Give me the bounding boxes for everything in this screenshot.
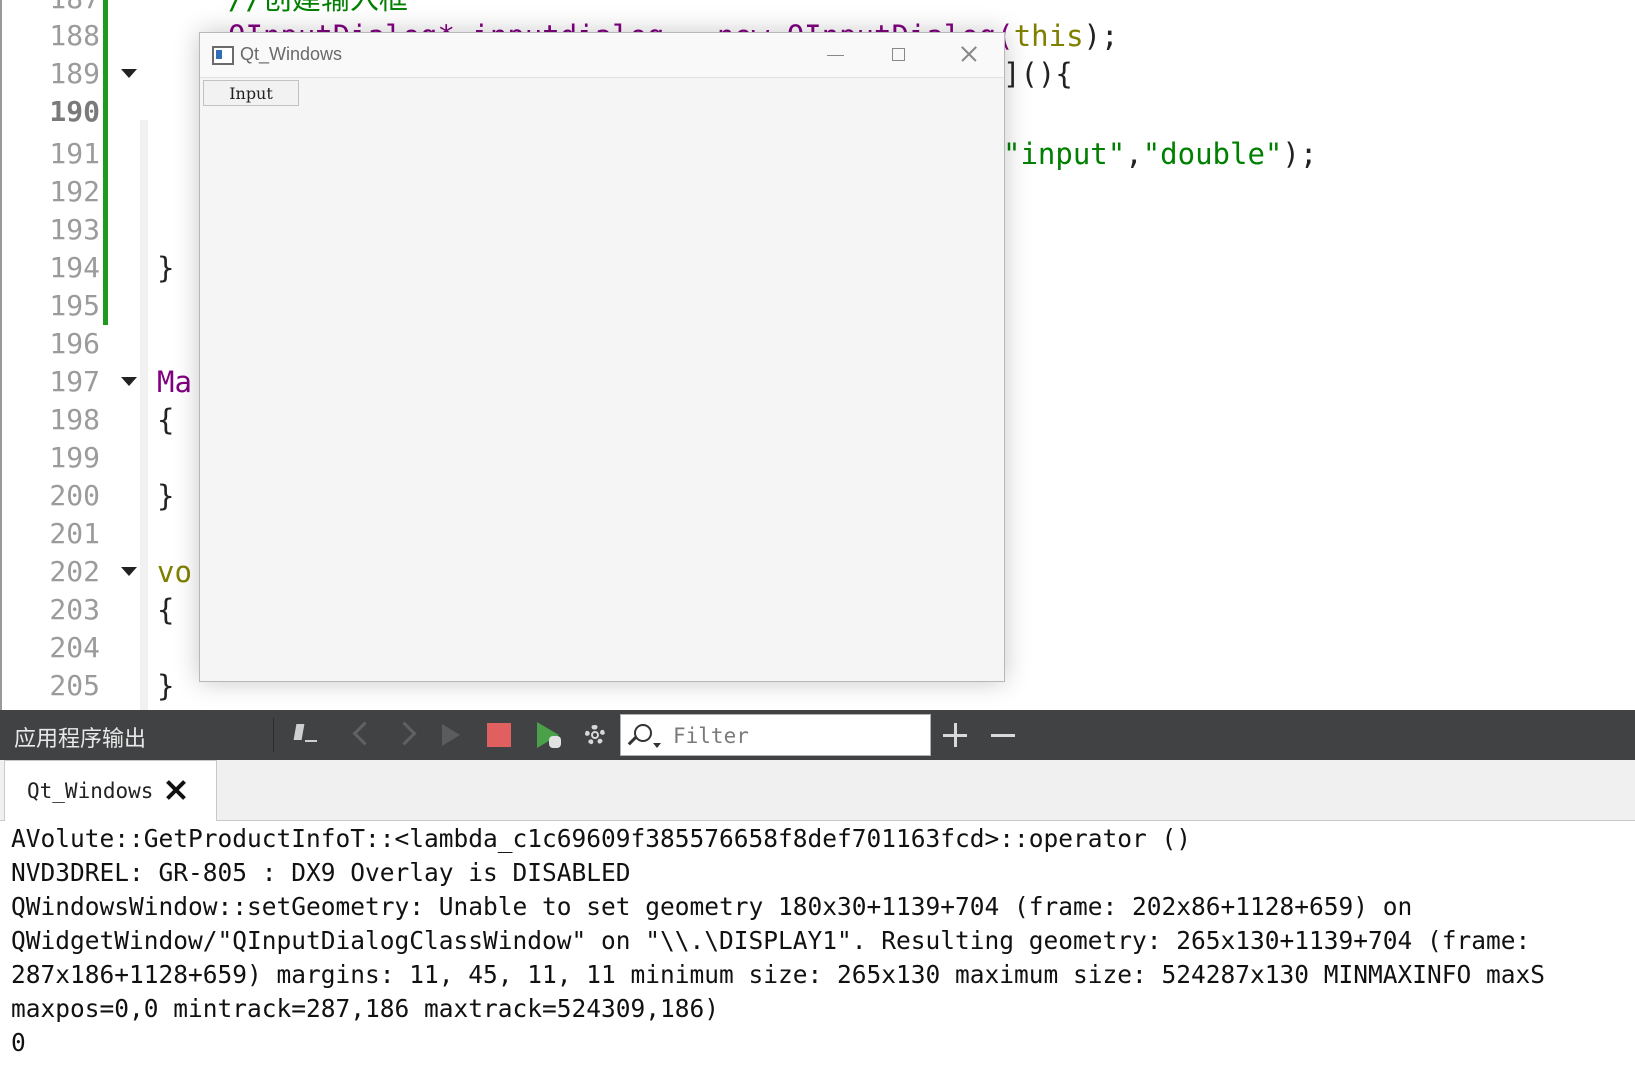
filter-input[interactable] [671, 720, 925, 752]
log-line: QWidgetWindow/"QInputDialogClassWindow" … [11, 926, 1531, 955]
code-text: ); [1282, 137, 1318, 171]
line-number: 196 [49, 327, 100, 360]
next-icon[interactable] [392, 718, 426, 752]
line-number: 193 [49, 213, 100, 246]
input-button[interactable]: Input [203, 80, 299, 106]
code-text: ); [1083, 19, 1119, 53]
line-number: 199 [49, 441, 100, 474]
fold-toggle-icon[interactable] [121, 377, 137, 386]
line-number: 194 [49, 251, 100, 284]
fold-toggle-icon[interactable] [121, 69, 137, 78]
gear-icon[interactable] [578, 718, 612, 752]
code-keyword: vo [157, 555, 192, 589]
line-number: 200 [49, 479, 100, 512]
line-number-current: 190 [49, 95, 100, 128]
log-line: NVD3DREL: GR-805 : DX9 Overlay is DISABL… [11, 858, 631, 887]
line-number: 202 [49, 555, 100, 588]
previous-icon[interactable] [344, 718, 378, 752]
filter-field[interactable] [620, 714, 931, 756]
minimize-button[interactable] [818, 42, 854, 68]
code-brace: } [157, 251, 175, 285]
line-number: 197 [49, 365, 100, 398]
code-brace: } [157, 669, 175, 703]
app-window-icon [212, 46, 234, 65]
line-number: 198 [49, 403, 100, 436]
application-output-log[interactable]: AVolute::GetProductInfoT::<lambda_c1c696… [0, 821, 1635, 1080]
code-brace: } [157, 479, 175, 513]
chevron-down-icon [653, 743, 661, 748]
debug-run-icon[interactable] [531, 718, 565, 752]
log-line: AVolute::GetProductInfoT::<lambda_c1c696… [11, 824, 1192, 853]
line-number: 187 [0, 0, 100, 18]
fold-block-shade [140, 120, 148, 710]
code-text: , [1125, 137, 1143, 171]
tab-qt-windows[interactable]: Qt_Windows [4, 760, 217, 821]
line-number: 188 [49, 19, 100, 52]
code-comment: //创建输入框 [228, 0, 408, 18]
code-string: "double" [1142, 137, 1283, 171]
code-text: Ma [157, 365, 192, 399]
maximize-button[interactable] [882, 42, 918, 68]
line-number: 192 [49, 175, 100, 208]
line-number: 205 [49, 669, 100, 702]
output-toolbar: 应用程序输出 [0, 710, 1635, 760]
code-brace: { [157, 593, 175, 627]
code-brace: { [157, 403, 175, 437]
rerun-icon[interactable] [434, 718, 468, 752]
output-pane-title: 应用程序输出 [14, 726, 147, 751]
log-line: 287x186+1128+659) margins: 11, 45, 11, 1… [11, 960, 1546, 989]
line-number: 191 [49, 137, 100, 170]
line-number: 189 [49, 57, 100, 90]
line-number: 201 [49, 517, 100, 550]
log-line: 0 [11, 1028, 26, 1057]
stop-icon[interactable] [482, 718, 516, 752]
zoom-in-icon[interactable] [938, 718, 972, 752]
code-keyword: this [1013, 19, 1084, 53]
fold-toggle-icon[interactable] [121, 567, 137, 576]
toolbar-divider [273, 718, 274, 752]
search-icon [634, 724, 652, 742]
close-tab-icon[interactable] [163, 777, 189, 803]
clear-output-icon[interactable] [289, 718, 323, 752]
dialog-titlebar[interactable]: Qt_Windows [200, 33, 1004, 78]
zoom-out-icon[interactable] [986, 718, 1020, 752]
output-tab-bar: Qt_Windows [0, 760, 1635, 821]
dialog-title: Qt_Windows [240, 44, 343, 64]
code-line-191: "input","double"); [1003, 135, 1317, 173]
tab-label: Qt_Windows [27, 779, 154, 803]
line-number: 195 [49, 289, 100, 322]
log-line: maxpos=0,0 mintrack=287,186 maxtrack=524… [11, 994, 720, 1023]
code-text: ](){ [1003, 57, 1073, 91]
change-marker-bar [103, 0, 108, 325]
close-button[interactable] [950, 39, 986, 69]
log-line: QWindowsWindow::setGeometry: Unable to s… [11, 892, 1413, 921]
qt-windows-dialog[interactable]: Qt_Windows Input [199, 32, 1005, 682]
line-number: 203 [49, 593, 100, 626]
line-number: 204 [49, 631, 100, 664]
code-string: "input" [1003, 137, 1126, 171]
